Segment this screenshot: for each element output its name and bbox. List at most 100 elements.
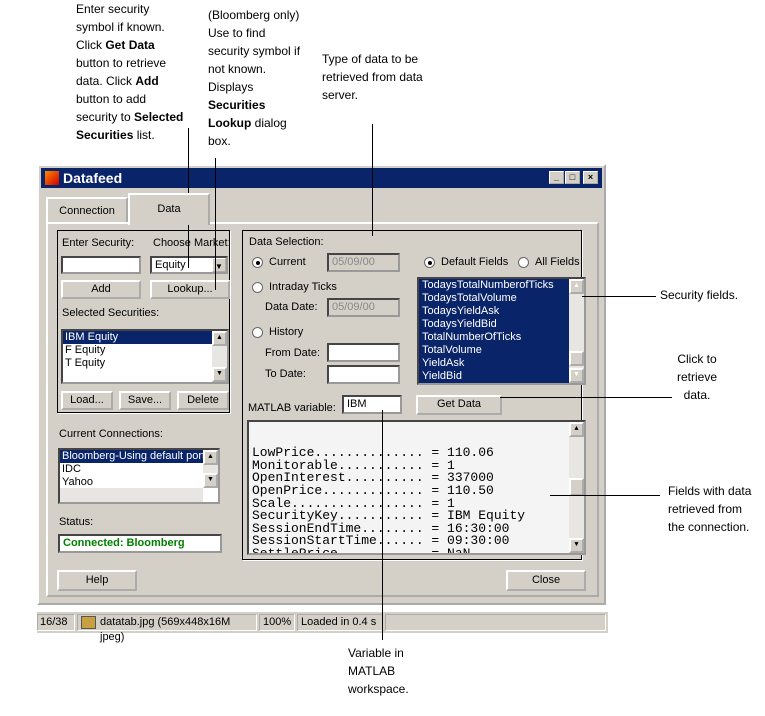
scroll-down-icon[interactable]: ▼ (569, 368, 584, 383)
current-label: Current (269, 256, 306, 268)
scroll-down-icon[interactable]: ▼ (569, 538, 584, 553)
matlab-logo-icon (45, 171, 59, 185)
annotation-get-data: Click to retrieve data. (676, 352, 717, 402)
enter-security-label: Enter Security: (62, 237, 135, 249)
from-date-field[interactable] (327, 343, 400, 362)
default-fields-label: Default Fields (441, 256, 509, 268)
to-date-field[interactable] (327, 365, 400, 384)
scroll-up-icon[interactable]: ▲ (569, 422, 584, 437)
all-fields-label: All Fields (535, 256, 580, 268)
image-index: 16/38 (37, 614, 75, 631)
data-date-field[interactable]: 05/09/00 (327, 298, 400, 317)
selected-securities-label: Selected Securities: (62, 307, 160, 319)
matlab-variable-input[interactable]: IBM (342, 395, 402, 414)
callout-line (500, 397, 672, 398)
results-list[interactable]: LowPrice.............. = 110.06 Monitorab… (247, 420, 586, 555)
add-button[interactable]: Add (61, 280, 141, 299)
list-item[interactable]: F Equity (63, 344, 227, 357)
callout-line (372, 124, 373, 236)
maximize-button[interactable]: □ (565, 171, 580, 184)
current-connections-label: Current Connections: (59, 428, 163, 440)
file-name: datatab.jpg (569x448x16M jpeg) (100, 616, 231, 643)
close-window-button[interactable]: × (583, 171, 598, 184)
save-button[interactable]: Save... (119, 391, 171, 410)
viewer-status-bar: 16/38 datatab.jpg (569x448x16M jpeg) 100… (37, 612, 608, 643)
field-item[interactable]: YieldBid (419, 370, 584, 383)
choose-market-label: Choose Market: (153, 237, 231, 249)
status-field: Connected: Bloomberg (58, 534, 222, 553)
annotation-lookup: (Bloomberg only) Use to find security sy… (208, 8, 301, 148)
tab-data[interactable]: Data (128, 193, 210, 225)
market-value: Equity (155, 259, 186, 271)
field-item[interactable]: TodaysTotalNumberofTicks (419, 279, 584, 292)
scrollbar[interactable]: ▲ ▼ (569, 422, 584, 553)
annotation-enter-security: Enter security symbol if known. Click Ge… (76, 2, 184, 142)
window-title: Datafeed (63, 170, 123, 186)
scrollbar[interactable]: ▲ ▼ (569, 279, 584, 383)
callout-line (550, 495, 660, 496)
annotation-data-type: Type of data to be retrieved from data s… (322, 52, 423, 102)
list-item[interactable]: Bloomberg-Using default port (60, 450, 203, 463)
close-button[interactable]: Close (506, 570, 586, 591)
security-fields-list[interactable]: TodaysTotalNumberofTicks TodaysTotalVolum… (417, 277, 586, 385)
all-fields-radio[interactable] (518, 257, 529, 268)
scroll-down-icon[interactable]: ▼ (203, 473, 218, 488)
horizontal-scrollbar[interactable] (60, 488, 203, 502)
connections-list[interactable]: Bloomberg-Using default port IDC Yahoo ▲… (58, 448, 220, 504)
load-time: Loaded in 0.4 s (297, 614, 383, 631)
datafeed-window: Datafeed _ □ × Connection Data Enter Sec… (37, 164, 606, 605)
intraday-radio[interactable] (252, 282, 263, 293)
current-radio[interactable] (252, 257, 263, 268)
file-info: datatab.jpg (569x448x16M jpeg) (77, 614, 257, 643)
scroll-up-icon[interactable]: ▲ (212, 331, 227, 346)
field-item[interactable]: TodaysYieldBid (419, 318, 584, 331)
field-item[interactable]: TodaysYieldAsk (419, 305, 584, 318)
from-date-label: From Date: (265, 347, 321, 359)
data-date-label: Data Date: (265, 301, 318, 313)
history-radio[interactable] (252, 327, 263, 338)
annotation-retrieved-fields: Fields with data retrieved from the conn… (668, 484, 752, 534)
to-date-label: To Date: (265, 368, 306, 380)
minimize-button[interactable]: _ (549, 171, 564, 184)
get-data-button[interactable]: Get Data (416, 395, 502, 415)
scrollbar[interactable]: ▲ ▼ (212, 331, 227, 382)
tab-connection[interactable]: Connection (46, 197, 128, 223)
scroll-up-icon[interactable]: ▲ (569, 279, 584, 294)
load-button[interactable]: Load... (61, 391, 113, 410)
callout-line (215, 158, 216, 290)
annotation-security-fields: Security fields. (660, 288, 739, 302)
status-empty-panel (385, 614, 606, 631)
field-item[interactable]: TotalNumberOfTicks (419, 331, 584, 344)
security-input[interactable] (61, 256, 141, 274)
callout-line (382, 410, 383, 640)
field-item[interactable]: TotalVolume (419, 344, 584, 357)
image-file-icon (81, 616, 96, 629)
list-item[interactable]: IDC (60, 463, 218, 476)
delete-button[interactable]: Delete (177, 391, 229, 410)
default-fields-radio[interactable] (424, 257, 435, 268)
annotation-matlab-variable: Variable in MATLAB workspace. (348, 646, 409, 696)
zoom-level: 100% (259, 614, 295, 631)
intraday-label: Intraday Ticks (269, 281, 337, 293)
callout-line (582, 296, 656, 297)
data-selection-label: Data Selection: (249, 236, 324, 248)
selected-securities-list[interactable]: IBM Equity F Equity T Equity ▲ ▼ (61, 329, 229, 384)
scroll-thumb[interactable] (569, 478, 584, 496)
matlab-variable-label: MATLAB variable: (248, 402, 336, 414)
help-button[interactable]: Help (57, 570, 137, 591)
status-label: Status: (59, 516, 94, 528)
field-item[interactable]: TodaysTotalVolume (419, 292, 584, 305)
scroll-up-icon[interactable]: ▲ (203, 450, 218, 465)
current-date-field[interactable]: 05/09/00 (327, 253, 400, 272)
result-row: SettlePrice........... = NaN (252, 545, 471, 555)
history-label: History (269, 326, 304, 338)
scrollbar[interactable]: ▲ ▼ (203, 450, 218, 488)
scroll-down-icon[interactable]: ▼ (212, 367, 227, 382)
market-select[interactable]: Equity ▼ (150, 256, 228, 274)
scroll-thumb[interactable] (569, 351, 584, 366)
title-bar: Datafeed _ □ × (41, 168, 602, 188)
list-item[interactable]: T Equity (63, 357, 227, 370)
list-item[interactable]: IBM Equity (63, 331, 212, 344)
field-item[interactable]: YieldAsk (419, 357, 584, 370)
lookup-button[interactable]: Lookup... (150, 280, 230, 299)
